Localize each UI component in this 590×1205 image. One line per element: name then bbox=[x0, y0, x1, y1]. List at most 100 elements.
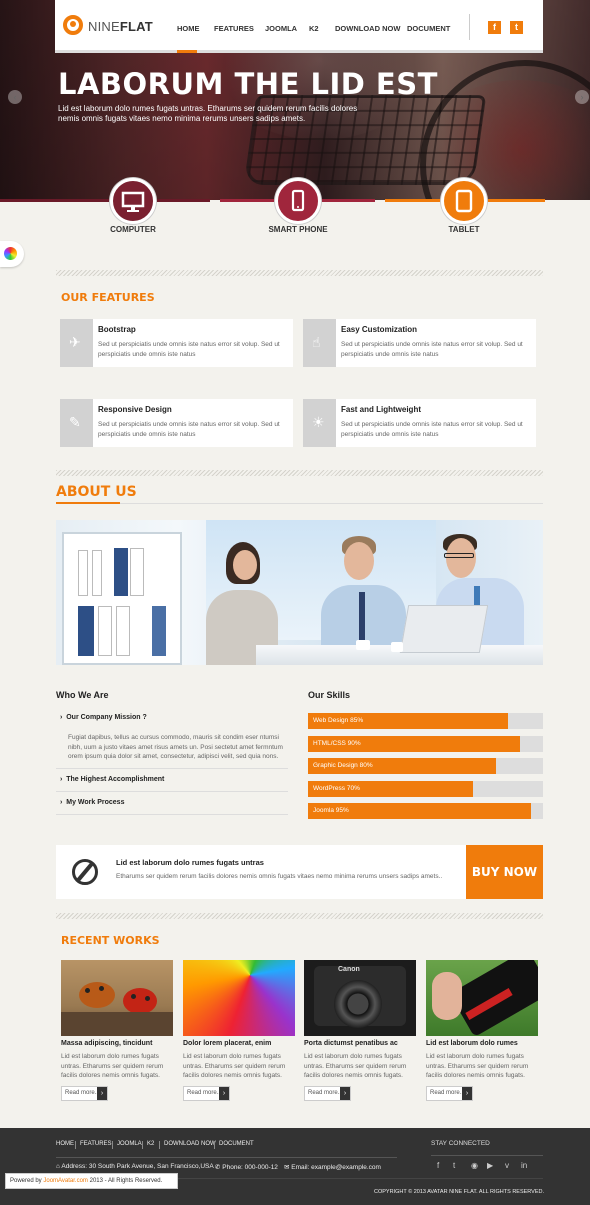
footer-nav-download-now[interactable]: DOWNLOAD NOW bbox=[164, 1141, 216, 1147]
device-label-tablet: TABLET bbox=[448, 225, 480, 234]
accordion-label: Our Company Mission ? bbox=[66, 714, 147, 721]
skill-bar: Graphic Design 80% bbox=[308, 758, 543, 774]
youtube-icon[interactable]: ▶ bbox=[487, 1161, 493, 1170]
read-more-button[interactable]: Read more... › bbox=[183, 1086, 230, 1101]
accordion-accomplishment[interactable]: › The Highest Accomplishment bbox=[60, 776, 164, 783]
skill-bar: Web Design 85% bbox=[308, 713, 543, 729]
footer-phone: ✆ Phone: 000-000-12 bbox=[215, 1164, 278, 1171]
nav-active-indicator bbox=[177, 50, 197, 53]
skill-label: HTML/CSS 90% bbox=[313, 739, 361, 747]
nav-document[interactable]: DOCUMENT bbox=[407, 24, 450, 33]
monitor-icon bbox=[121, 191, 145, 212]
skill-bar-fill: WordPress 70% bbox=[308, 780, 473, 797]
work-title[interactable]: Massa adipiscing, tincidunt bbox=[61, 1040, 176, 1047]
slider-next-arrow-icon[interactable]: › bbox=[575, 90, 589, 104]
footer-nav-features[interactable]: FEATURES bbox=[80, 1141, 112, 1147]
who-we-are-title: Who We Are bbox=[56, 690, 109, 700]
device-label-smartphone: SMART PHONE bbox=[268, 225, 328, 234]
cta-title: Lid est laborum dolo rumes fugats untras bbox=[116, 858, 264, 867]
stay-connected-title: STAY CONNECTED bbox=[431, 1140, 490, 1147]
site-header: NINEFLAT HOME FEATURES JOOMLA K2 DOWNLOA… bbox=[55, 0, 543, 53]
feature-text: Sed ut perspiciatis unde omnis iste natu… bbox=[98, 421, 280, 438]
work-image-camera[interactable]: Canon bbox=[304, 960, 416, 1036]
cta-box: Lid est laborum dolo rumes fugats untras… bbox=[56, 845, 543, 899]
twitter-icon[interactable]: t bbox=[510, 21, 523, 34]
slider-prev-arrow-icon[interactable]: ‹ bbox=[8, 90, 22, 104]
feature-text: Sed ut perspiciatis unde omnis iste natu… bbox=[341, 341, 523, 358]
work-image-umbrella[interactable] bbox=[183, 960, 295, 1036]
work-title[interactable]: Lid est laborum dolo rumes bbox=[426, 1040, 541, 1047]
footer-nav-home[interactable]: HOME bbox=[56, 1141, 74, 1147]
recent-works-title: RECENT WORKS bbox=[61, 934, 160, 947]
skill-label: WordPress 70% bbox=[313, 784, 360, 792]
feature-text: Sed ut perspiciatis unde omnis iste natu… bbox=[98, 341, 280, 358]
skill-label: Graphic Design 80% bbox=[313, 762, 373, 769]
read-more-button[interactable]: Read more... › bbox=[304, 1086, 351, 1101]
linkedin-icon[interactable]: in bbox=[521, 1161, 527, 1170]
footer-email[interactable]: ✉ Email: example@example.com bbox=[284, 1163, 381, 1171]
vimeo-icon[interactable]: v bbox=[505, 1161, 509, 1170]
smartphone-button[interactable] bbox=[275, 178, 321, 224]
feature-title: Fast and Lightweight bbox=[341, 405, 421, 414]
work-title[interactable]: Dolor lorem placerat, enim bbox=[183, 1040, 298, 1047]
logo-text[interactable]: NINEFLAT bbox=[88, 19, 153, 34]
arrow-right-icon: › bbox=[97, 1087, 107, 1100]
facebook-icon[interactable]: f bbox=[488, 21, 501, 34]
cta-text: Etharums ser quidem rerum facilis dolore… bbox=[116, 873, 443, 880]
facebook-icon[interactable]: f bbox=[437, 1161, 439, 1170]
arrow-right-icon: › bbox=[340, 1087, 350, 1100]
nav-joomla[interactable]: JOOMLA bbox=[265, 24, 297, 33]
skill-bar: HTML/CSS 90% bbox=[308, 735, 543, 752]
nav-download-now[interactable]: DOWNLOAD NOW bbox=[335, 24, 400, 33]
about-team-photo bbox=[56, 520, 543, 665]
tablet-button[interactable] bbox=[441, 178, 487, 224]
nav-home[interactable]: HOME bbox=[177, 24, 200, 33]
nav-features[interactable]: FEATURES bbox=[214, 24, 254, 33]
accordion-work-process[interactable]: › My Work Process bbox=[60, 799, 124, 806]
feature-card: ☀ Fast and Lightweight Sed ut perspiciat… bbox=[303, 399, 536, 447]
skill-bar-fill: HTML/CSS 90% bbox=[308, 735, 520, 752]
touch-icon: ☝ bbox=[303, 319, 336, 367]
arrow-right-icon: › bbox=[462, 1087, 472, 1100]
work-text: Lid est laborum dolo rumes fugats untras… bbox=[61, 1053, 164, 1079]
accordion-mission-text: Fugiat dapibus, tellus ac cursus commodo… bbox=[68, 734, 283, 760]
skill-bar-fill: Graphic Design 80% bbox=[308, 758, 496, 774]
smartphone-icon bbox=[291, 189, 305, 212]
work-text: Lid est laborum dolo rumes fugats untras… bbox=[304, 1053, 407, 1079]
rss-icon[interactable]: ◉ bbox=[471, 1161, 478, 1170]
work-image-lens[interactable] bbox=[426, 960, 538, 1036]
lightbulb-icon: ☀ bbox=[303, 399, 336, 447]
accordion-mission[interactable]: › Our Company Mission ? bbox=[60, 714, 147, 721]
footer-nav-document[interactable]: DOCUMENT bbox=[219, 1141, 254, 1147]
work-title[interactable]: Porta dictumst penatibus ac bbox=[304, 1040, 419, 1047]
nav-k2[interactable]: K2 bbox=[309, 24, 319, 33]
footer-address: ⌂ Address: 30 South Park Avenue, San Fra… bbox=[56, 1163, 214, 1170]
read-more-button[interactable]: Read more... › bbox=[426, 1086, 473, 1101]
buy-now-button[interactable]: BUY NOW bbox=[466, 845, 543, 899]
work-image-ladybugs[interactable] bbox=[61, 960, 173, 1036]
feature-text: Sed ut perspiciatis unde omnis iste natu… bbox=[341, 421, 523, 438]
brush-icon: ✎ bbox=[60, 399, 93, 447]
accordion-label: The Highest Accomplishment bbox=[66, 776, 165, 783]
computer-button[interactable] bbox=[110, 178, 156, 224]
powered-by-badge[interactable]: Powered by JoomAvatar.com 2013 - All Rig… bbox=[5, 1173, 178, 1189]
arrow-right-icon: › bbox=[219, 1087, 229, 1100]
copyright-text: COPYRIGHT © 2013 AVATAR NINE FLAT. ALL R… bbox=[374, 1189, 545, 1195]
hero-title: LABORUM THE LID EST bbox=[58, 67, 438, 101]
skill-label: Joomla 95% bbox=[313, 807, 349, 814]
feature-title: Easy Customization bbox=[341, 325, 418, 334]
twitter-icon[interactable]: t bbox=[453, 1161, 455, 1170]
paper-plane-icon: ✈ bbox=[60, 319, 93, 367]
work-text: Lid est laborum dolo rumes fugats untras… bbox=[183, 1053, 286, 1079]
our-skills-title: Our Skills bbox=[308, 690, 351, 700]
footer-nav-joomla[interactable]: JOOMLA bbox=[117, 1141, 142, 1147]
skill-bar: Joomla 95% bbox=[308, 803, 543, 819]
feature-card: ✎ Responsive Design Sed ut perspiciatis … bbox=[60, 399, 293, 447]
feature-card: ☝ Easy Customization Sed ut perspiciatis… bbox=[303, 319, 536, 367]
style-switcher-icon[interactable] bbox=[0, 241, 24, 267]
work-text: Lid est laborum dolo rumes fugats untras… bbox=[426, 1053, 529, 1079]
read-more-button[interactable]: Read more... › bbox=[61, 1086, 108, 1101]
footer-nav-k2[interactable]: K2 bbox=[147, 1141, 154, 1147]
skill-label: Web Design 85% bbox=[313, 717, 364, 724]
about-title: ABOUT US bbox=[56, 484, 137, 500]
